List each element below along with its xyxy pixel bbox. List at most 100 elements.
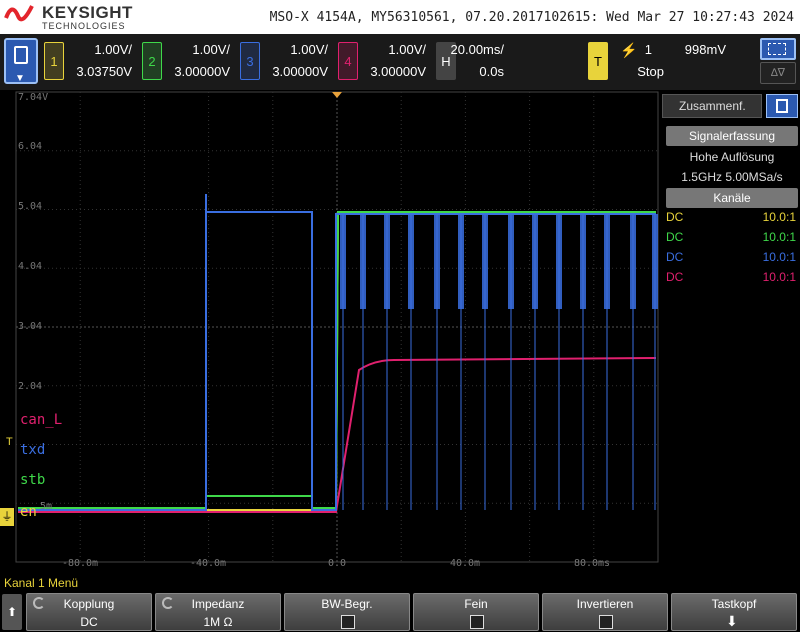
softkey-label: BW-Begr. — [321, 597, 373, 611]
volt-label: 5.04 — [18, 201, 43, 212]
channel-2-offset: 3.00000V — [174, 64, 230, 79]
ground-marker-icon[interactable]: ⏚ — [0, 508, 14, 526]
rising-edge-icon: ⚡ — [620, 42, 638, 58]
channel-1-info[interactable]: 1 1.00V/ 3.03750V — [44, 40, 132, 82]
volt-label: 5m — [40, 501, 53, 512]
document-icon — [776, 99, 788, 113]
timebase-value: 20.00ms/ — [450, 42, 504, 57]
arrow-down-icon: ⬇ — [726, 613, 738, 629]
tab-summary-label: Zusammenf. — [679, 99, 746, 113]
channel-coupling: DC — [666, 250, 684, 264]
waveform-canvas — [15, 91, 659, 563]
softkey-value: DC — [80, 615, 98, 629]
channel-probe: 10.0:1 — [762, 270, 796, 284]
channel-coupling: DC — [666, 230, 684, 244]
volt-label: 3.04 — [18, 321, 43, 332]
channel-probe: 10.0:1 — [762, 210, 796, 224]
menu-title: Kanal 1 Menü — [0, 574, 800, 592]
time-label: -40.0m — [189, 558, 227, 569]
acquisition-mode: Hohe Auflösung — [689, 150, 775, 164]
time-label: 40.0m — [449, 558, 481, 569]
softkey-bar: ⬆ Kopplung DC Impedanz 1M Ω BW-Begr. Fei… — [0, 592, 800, 632]
math-button[interactable]: ∆∇ — [760, 62, 796, 84]
channel-2-number: 2 — [142, 42, 162, 80]
channel-3-offset: 3.00000V — [272, 64, 328, 79]
zoom-select-button[interactable] — [760, 38, 796, 60]
channel-4-info[interactable]: 4 1.00V/ 3.00000V — [338, 40, 426, 82]
arrow-up-icon: ⬆ — [6, 605, 18, 619]
channel-coupling: DC — [666, 210, 684, 224]
channel-summary-row: DC 10.0:1 — [666, 210, 798, 230]
softkey-label: Kopplung — [63, 597, 115, 611]
checkbox-icon — [599, 615, 613, 629]
acquisition-rate: 1.5GHz 5.00MSa/s — [681, 170, 783, 184]
channel-4-scale: 1.00V/ — [388, 42, 426, 57]
trigger-source: 1 — [644, 42, 652, 57]
channel-probe: 10.0:1 — [762, 230, 796, 244]
channel-1-number: 1 — [44, 42, 64, 80]
softkey-probe[interactable]: Tastkopf ⬇ — [671, 593, 797, 631]
softkey-label: Tastkopf — [711, 597, 757, 611]
channel-bar: ▼ 1 1.00V/ 3.03750V 2 1.00V/ 3.00000V 3 … — [0, 34, 800, 90]
trigger-level: 998mV — [684, 42, 726, 57]
waveform-math-icon: ∆∇ — [770, 67, 786, 79]
softkey-bw-limit[interactable]: BW-Begr. — [284, 593, 410, 631]
time-label: 0.0 — [327, 558, 347, 569]
volt-label: 2.04 — [18, 381, 43, 392]
summary-panel: Zusammenf. Signalerfassung Hohe Auflösun… — [662, 92, 800, 572]
softkey-invert[interactable]: Invertieren — [542, 593, 668, 631]
keysight-wave-icon — [4, 5, 34, 22]
panel-tabs: Zusammenf. — [662, 92, 800, 120]
softkey-label: Invertieren — [576, 597, 634, 611]
chevron-down-icon: ▼ — [15, 73, 25, 84]
softkey-value: 1M Ω — [203, 615, 233, 629]
horizontal-info[interactable]: H 20.00ms/ 0.0s — [436, 40, 504, 82]
softkey-label: Fein — [464, 597, 488, 611]
main-menu-button[interactable]: ▼ — [4, 38, 38, 84]
volt-label: 4.04 — [18, 261, 43, 272]
trigger-label: T — [588, 42, 608, 80]
device-info: MSO-X 4154A, MY56310561, 07.20.201710261… — [269, 10, 794, 25]
time-label: 80.0ms — [573, 558, 611, 569]
acquisition-header: Signalerfassung — [666, 126, 798, 146]
channel-2-scale: 1.00V/ — [192, 42, 230, 57]
menu-icon — [14, 46, 28, 64]
channels-header: Kanäle — [666, 188, 798, 208]
softkey-fine[interactable]: Fein — [413, 593, 539, 631]
checkbox-icon — [341, 615, 355, 629]
trigger-info[interactable]: T ⚡ 1 998mV Stop — [588, 40, 728, 82]
checkbox-icon — [470, 615, 484, 629]
channel-summary-row: DC 10.0:1 — [666, 230, 798, 250]
selection-box-icon — [768, 43, 786, 55]
waveform-display[interactable]: 7.04V 6.04 5.04 4.04 3.04 2.04 5m -80.0m… — [14, 90, 660, 572]
channel-3-scale: 1.00V/ — [290, 42, 328, 57]
softkey-coupling[interactable]: Kopplung DC — [26, 593, 152, 631]
waveform-label-txd: txd — [20, 442, 46, 458]
trigger-position-marker — [332, 92, 342, 98]
back-button[interactable]: ⬆ — [2, 594, 22, 630]
header-bar: KEYSIGHT TECHNOLOGIES MSO-X 4154A, MY563… — [0, 0, 800, 34]
waveform-traces — [18, 194, 658, 513]
channel-3-number: 3 — [240, 42, 260, 80]
channel-coupling: DC — [666, 270, 684, 284]
trigger-level-marker: T — [6, 436, 13, 448]
tab-menu-icon-button[interactable] — [766, 94, 798, 118]
time-label: -80.0m — [61, 558, 99, 569]
softkey-impedance[interactable]: Impedanz 1M Ω — [155, 593, 281, 631]
waveform-label-en: en — [20, 504, 37, 520]
waveform-label-stb: stb — [20, 472, 46, 488]
channel-summary-row: DC 10.0:1 — [666, 250, 798, 270]
run-status: Stop — [637, 64, 664, 79]
brand-name: KEYSIGHT — [42, 3, 133, 22]
volt-label: 7.04V — [18, 92, 49, 103]
channel-1-scale: 1.00V/ — [94, 42, 132, 57]
channel-4-number: 4 — [338, 42, 358, 80]
brand-sub: TECHNOLOGIES — [42, 21, 126, 31]
waveform-label-can-l: can_L — [20, 412, 63, 428]
tab-summary[interactable]: Zusammenf. — [662, 94, 762, 118]
softkey-label: Impedanz — [191, 597, 245, 611]
channel-summary-row: DC 10.0:1 — [666, 270, 798, 290]
channel-2-info[interactable]: 2 1.00V/ 3.00000V — [142, 40, 230, 82]
channel-probe: 10.0:1 — [762, 250, 796, 264]
channel-3-info[interactable]: 3 1.00V/ 3.00000V — [240, 40, 328, 82]
